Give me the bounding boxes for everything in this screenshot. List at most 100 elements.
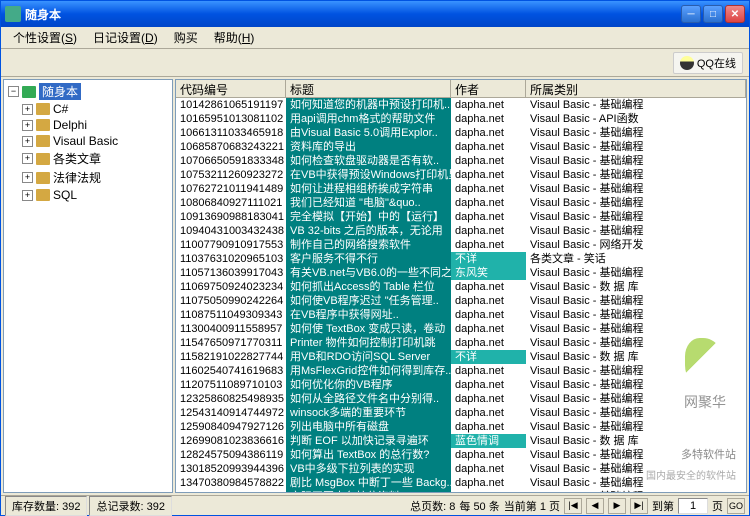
next-page-button[interactable]: ▶ xyxy=(608,498,626,514)
cell-title: VB中多级下拉列表的实现 xyxy=(286,462,451,476)
cell-code: 11037631020965103 xyxy=(176,252,286,266)
tree-expand-icon[interactable]: + xyxy=(22,172,33,183)
table-row[interactable]: 13470380984578822剧比 MsgBox 中断丁一些 Backg..… xyxy=(176,476,746,490)
cell-author: 蓝色情调 xyxy=(451,434,526,448)
tree-node-5[interactable]: +SQL xyxy=(20,187,170,203)
cell-category: Visaul Basic - 基础编程 xyxy=(526,98,746,112)
table-row[interactable]: 12325860825498935如何从全路径文件名中分别得..dapha.ne… xyxy=(176,392,746,406)
table-row[interactable]: 10685870683243221资料库的导出dapha.netVisaul B… xyxy=(176,140,746,154)
table-body[interactable]: 10142861065191197如何知道您的机器中预设打印机..dapha.n… xyxy=(176,98,746,492)
cell-code: 10913690988183041 xyxy=(176,210,286,224)
col-code-header[interactable]: 代码编号 xyxy=(176,80,286,97)
cell-code: 10940431003432438 xyxy=(176,224,286,238)
table-row[interactable]: 11547650971770311Printer 物件如何控制打印机跳dapha… xyxy=(176,336,746,350)
tree-expand-icon[interactable]: + xyxy=(22,136,33,147)
cell-title: 在VB程序中获得网址.. xyxy=(286,308,451,322)
statusbar: 库存数量: 392 总记录数: 392 总页数: 8 每 50 条 当前第 1 … xyxy=(1,495,749,515)
tree-collapse-icon[interactable]: − xyxy=(8,86,19,97)
tree-node-0[interactable]: +C# xyxy=(20,101,170,117)
cell-category: Visaul Basic - 基础编程 xyxy=(526,140,746,154)
cell-category: Visaul Basic - API函数 xyxy=(526,112,746,126)
close-button[interactable]: ✕ xyxy=(725,5,745,23)
minimize-button[interactable]: ─ xyxy=(681,5,701,23)
table-row[interactable]: 12543140914744972winsock多端的重要环节dapha.net… xyxy=(176,406,746,420)
table-row[interactable]: 11057136039917043有关VB.net与VB6.0的一些不同之处东风… xyxy=(176,266,746,280)
cell-title: 列出电脑中所有磁盘 xyxy=(286,420,451,434)
table-row[interactable]: 10661311033465918由Visual Basic 5.0调用Expl… xyxy=(176,126,746,140)
cell-title: 剧比 MsgBox 中断丁一些 Backg.. xyxy=(286,476,451,490)
tree-expand-icon[interactable]: + xyxy=(22,120,33,131)
tree-node-1[interactable]: +Delphi xyxy=(20,117,170,133)
table-row[interactable]: 10913690988183041完全模拟【开始】中的【运行】dapha.net… xyxy=(176,210,746,224)
cell-author: dapha.net xyxy=(451,280,526,294)
cell-title: 如何检查软盘驱动器是否有软.. xyxy=(286,154,451,168)
col-category-header[interactable]: 所属类别 xyxy=(526,80,746,97)
tree-expand-icon[interactable]: + xyxy=(22,153,33,164)
table-row[interactable]: 10762721011941489如何让进程相组桥挨成字符串dapha.netV… xyxy=(176,182,746,196)
cell-category: Visaul Basic - 基础编程 xyxy=(526,182,746,196)
cell-code: 12325860825498935 xyxy=(176,392,286,406)
tree-root[interactable]: − 随身本 xyxy=(6,82,170,101)
last-page-button[interactable]: ▶| xyxy=(630,498,648,514)
table-row[interactable]: 12699081023836616判断 EOF 以加快记录寻遍环蓝色情调Visa… xyxy=(176,434,746,448)
tree-expand-icon[interactable]: + xyxy=(22,190,33,201)
table-row[interactable]: 11007790910917553制作自己的网络搜索软件dapha.netVis… xyxy=(176,238,746,252)
cell-author: dapha.net xyxy=(451,140,526,154)
table-row[interactable]: 11075050990242264如何使VB程序迟过 "任务管理..dapha.… xyxy=(176,294,746,308)
table-row[interactable]: 13494311020908307实际画图中各柱位资料dapha.netVisa… xyxy=(176,490,746,492)
pager: 总页数: 8 每 50 条 当前第 1 页 |◀ ◀ ▶ ▶| 到第 页 GO xyxy=(410,498,745,514)
table-row[interactable]: 11582191022827744用VB和RDO访问SQL Server不详Vi… xyxy=(176,350,746,364)
cell-title: 如何让进程相组桥挨成字符串 xyxy=(286,182,451,196)
col-author-header[interactable]: 作者 xyxy=(451,80,526,97)
table-row[interactable]: 10806840927111021我们已经知道 "电脑"&quo..dapha.… xyxy=(176,196,746,210)
table-row[interactable]: 11207511089710103如何优化你的VB程序dapha.netVisa… xyxy=(176,378,746,392)
content-area: − 随身本 +C#+Delphi+Visaul Basic+各类文章+法律法规+… xyxy=(1,77,749,495)
cell-code: 10685870683243221 xyxy=(176,140,286,154)
table-row[interactable]: 11300400911558957如何使 TextBox 变成只读，卷动daph… xyxy=(176,322,746,336)
cell-title: 由Visual Basic 5.0调用Explor.. xyxy=(286,126,451,140)
tree-node-2[interactable]: +Visaul Basic xyxy=(20,133,170,149)
table-row[interactable]: 11069750924023234如何抓出Access的 Table 栏位dap… xyxy=(176,280,746,294)
qq-online-button[interactable]: QQ在线 xyxy=(673,52,743,74)
cell-author: dapha.net xyxy=(451,112,526,126)
table-row[interactable]: 13018520993944396VB中多级下拉列表的实现dapha.netVi… xyxy=(176,462,746,476)
table-row[interactable]: 11602540741619683用MsFlexGrid控件如何得到库存..da… xyxy=(176,364,746,378)
first-page-button[interactable]: |◀ xyxy=(564,498,582,514)
menu-buy[interactable]: 购买 xyxy=(166,27,206,48)
tree-panel[interactable]: − 随身本 +C#+Delphi+Visaul Basic+各类文章+法律法规+… xyxy=(3,79,173,493)
table-row[interactable]: 10940431003432438VB 32-bits 之后的版本，无论用dap… xyxy=(176,224,746,238)
cell-author: dapha.net xyxy=(451,98,526,112)
table-header: 代码编号 标题 作者 所属类别 xyxy=(176,80,746,98)
goto-page-input[interactable] xyxy=(678,498,708,514)
pages-label: 总页数: 8 xyxy=(410,498,455,514)
table-row[interactable]: 12590840947927126列出电脑中所有磁盘dapha.netVisau… xyxy=(176,420,746,434)
table-row[interactable]: 11087511049309343在VB程序中获得网址..dapha.netVi… xyxy=(176,308,746,322)
tree-expand-icon[interactable]: + xyxy=(22,104,33,115)
table-row[interactable]: 10753211260923272在VB中获得预设Windows打印机里daph… xyxy=(176,168,746,182)
table-row[interactable]: 12824575094386119如何算出 TextBox 的总行数?dapha… xyxy=(176,448,746,462)
table-panel: 代码编号 标题 作者 所属类别 10142861065191197如何知道您的机… xyxy=(175,79,747,493)
folder-icon xyxy=(36,172,50,184)
titlebar[interactable]: 随身本 ─ □ ✕ xyxy=(1,1,749,27)
table-row[interactable]: 10706650591833348如何检查软盘驱动器是否有软..dapha.ne… xyxy=(176,154,746,168)
menu-diary[interactable]: 日记设置(D) xyxy=(85,27,166,48)
tree-node-3[interactable]: +各类文章 xyxy=(20,149,170,168)
cell-title: 如何使VB程序迟过 "任务管理.. xyxy=(286,294,451,308)
go-button[interactable]: GO xyxy=(727,498,745,514)
tree-node-4[interactable]: +法律法规 xyxy=(20,168,170,187)
cell-category: Visaul Basic - 基础编程 xyxy=(526,168,746,182)
cell-code: 11547650971770311 xyxy=(176,336,286,350)
cell-title: 如何算出 TextBox 的总行数? xyxy=(286,448,451,462)
menu-help[interactable]: 帮助(H) xyxy=(206,27,263,48)
cell-author: dapha.net xyxy=(451,364,526,378)
menu-personality[interactable]: 个性设置(S) xyxy=(5,27,85,48)
col-title-header[interactable]: 标题 xyxy=(286,80,451,97)
prev-page-button[interactable]: ◀ xyxy=(586,498,604,514)
maximize-button[interactable]: □ xyxy=(703,5,723,23)
cell-code: 12699081023836616 xyxy=(176,434,286,448)
table-row[interactable]: 10142861065191197如何知道您的机器中预设打印机..dapha.n… xyxy=(176,98,746,112)
cell-title: 如何知道您的机器中预设打印机.. xyxy=(286,98,451,112)
table-row[interactable]: 11037631020965103客户服务不得不行不详各类文章 - 笑话 xyxy=(176,252,746,266)
table-row[interactable]: 10165951013081102用api调用chm格式的帮助文件dapha.n… xyxy=(176,112,746,126)
cell-code: 10165951013081102 xyxy=(176,112,286,126)
